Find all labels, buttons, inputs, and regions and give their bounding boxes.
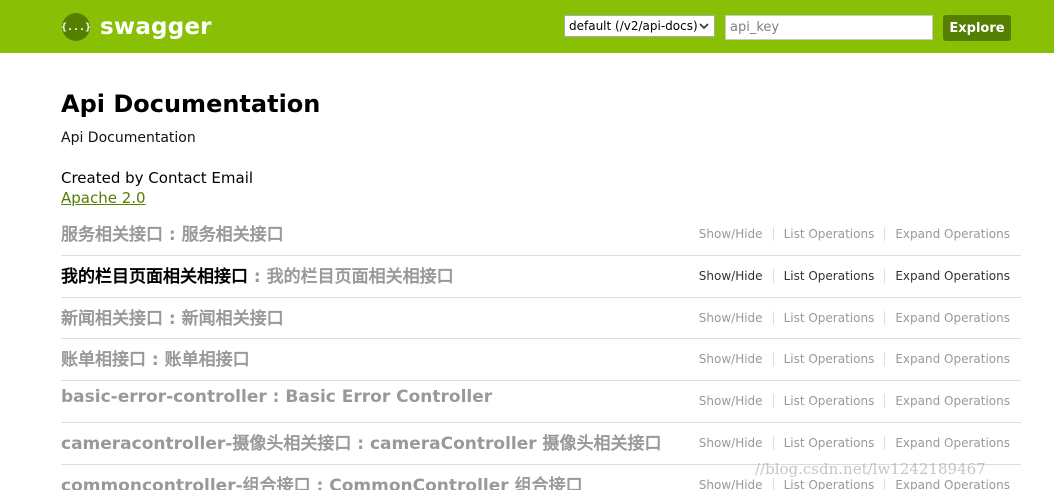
resource-row: basic-error-controller : Basic Error Con… <box>61 381 1021 423</box>
divider <box>884 477 886 490</box>
list-operations-link[interactable]: List Operations <box>784 269 875 283</box>
divider <box>772 227 774 241</box>
resource-heading[interactable]: 我的栏目页面相关相接口 : 我的栏目页面相关相接口 <box>61 262 454 287</box>
api-description: Api Documentation <box>61 130 196 146</box>
show-hide-link[interactable]: Show/Hide <box>699 394 763 408</box>
api-key-input[interactable]: api_key <box>725 15 933 40</box>
show-hide-link[interactable]: Show/Hide <box>699 269 763 283</box>
resource-name[interactable]: 服务相关接口 <box>61 225 163 245</box>
resource-separator: : <box>146 350 165 371</box>
resource-operations: Show/Hide List Operations Expand Operati… <box>699 352 1010 367</box>
show-hide-link[interactable]: Show/Hide <box>699 478 763 490</box>
resource-row: 账单相接口 : 账单相接口 Show/Hide List Operations … <box>61 339 1021 382</box>
expand-operations-link[interactable]: Expand Operations <box>895 311 1010 325</box>
resource-row: 我的栏目页面相关相接口 : 我的栏目页面相关相接口 Show/Hide List… <box>61 256 1021 298</box>
page-title: Api Documentation <box>61 90 321 118</box>
swagger-logo[interactable]: {...} swagger <box>61 13 212 41</box>
resource-row: 服务相关接口 : 服务相关接口 Show/Hide List Operation… <box>61 214 1021 256</box>
expand-operations-link[interactable]: Expand Operations <box>895 394 1010 408</box>
resource-description: 我的栏目页面相关相接口 <box>266 266 454 287</box>
resource-operations: Show/Hide List Operations Expand Operati… <box>699 268 1010 283</box>
resource-operations: Show/Hide List Operations Expand Operati… <box>699 394 1010 409</box>
list-operations-link[interactable]: List Operations <box>784 478 875 490</box>
resource-operations: Show/Hide List Operations Expand Operati… <box>699 310 1010 325</box>
resource-heading[interactable]: commoncontroller-组合接口 : CommonController… <box>61 471 583 490</box>
divider <box>884 435 886 450</box>
resource-separator: : <box>248 266 267 287</box>
expand-operations-link[interactable]: Expand Operations <box>895 269 1010 283</box>
logo-text: swagger <box>100 14 212 40</box>
api-spec-select[interactable]: default (/v2/api-docs) <box>564 15 715 37</box>
list-operations-link[interactable]: List Operations <box>784 394 875 408</box>
resource-separator: : <box>163 225 182 245</box>
resource-heading[interactable]: 账单相接口 : 账单相接口 <box>61 345 250 370</box>
resource-name[interactable]: commoncontroller-组合接口 <box>61 476 311 490</box>
expand-operations-link[interactable]: Expand Operations <box>895 352 1010 366</box>
resource-description: 服务相关接口 <box>181 225 284 245</box>
show-hide-link[interactable]: Show/Hide <box>699 436 763 450</box>
resource-separator: : <box>310 475 330 490</box>
expand-operations-link[interactable]: Expand Operations <box>895 436 1010 450</box>
divider <box>772 394 774 409</box>
resource-list: 服务相关接口 : 服务相关接口 Show/Hide List Operation… <box>61 214 1021 490</box>
resource-name[interactable]: basic-error-controller <box>61 387 267 407</box>
expand-operations-link[interactable]: Expand Operations <box>895 478 1010 490</box>
explore-button[interactable]: Explore <box>943 15 1011 41</box>
resource-operations: Show/Hide List Operations Expand Operati… <box>699 477 1010 490</box>
divider <box>884 310 886 325</box>
resource-description: 账单相接口 <box>164 350 250 371</box>
resource-description: Basic Error Controller <box>285 387 493 408</box>
header-bar: {...} swagger default (/v2/api-docs) api… <box>0 0 1054 53</box>
spec-select-value: default (/v2/api-docs) <box>569 19 698 33</box>
resource-operations: Show/Hide List Operations Expand Operati… <box>699 227 1010 241</box>
resource-description: CommonController 组合接口 <box>329 475 583 490</box>
divider <box>772 477 774 490</box>
resource-description: cameraController 摄像头相关接口 <box>369 433 662 454</box>
license-link[interactable]: Apache 2.0 <box>61 189 146 207</box>
resource-row: cameracontroller-摄像头相关接口 : cameraControl… <box>61 423 1021 465</box>
contact-info: Created by Contact Email <box>61 169 254 187</box>
list-operations-link[interactable]: List Operations <box>784 352 875 366</box>
chevron-down-icon <box>699 23 709 30</box>
show-hide-link[interactable]: Show/Hide <box>699 352 763 366</box>
list-operations-link[interactable]: List Operations <box>784 227 875 241</box>
divider <box>884 227 886 241</box>
resource-description: 新闻相关接口 <box>181 308 284 329</box>
resource-heading[interactable]: cameracontroller-摄像头相关接口 : cameraControl… <box>61 429 662 454</box>
resource-heading[interactable]: 新闻相关接口 : 新闻相关接口 <box>61 304 284 329</box>
divider <box>884 268 886 283</box>
divider <box>772 268 774 283</box>
divider <box>884 394 886 409</box>
list-operations-link[interactable]: List Operations <box>784 436 875 450</box>
divider <box>772 435 774 450</box>
resource-separator: : <box>266 387 286 408</box>
list-operations-link[interactable]: List Operations <box>784 311 875 325</box>
divider <box>884 352 886 367</box>
resource-name[interactable]: 账单相接口 <box>61 350 146 370</box>
watermark: //blog.csdn.net/lw1242189467 <box>755 460 986 478</box>
resource-heading[interactable]: 服务相关接口 : 服务相关接口 <box>61 220 284 245</box>
resource-operations: Show/Hide List Operations Expand Operati… <box>699 435 1010 450</box>
divider <box>772 310 774 325</box>
resource-heading[interactable]: basic-error-controller : Basic Error Con… <box>61 387 492 407</box>
resource-separator: : <box>351 433 370 454</box>
resource-name[interactable]: 新闻相关接口 <box>61 309 163 329</box>
resource-separator: : <box>163 308 182 329</box>
resource-name[interactable]: 我的栏目页面相关相接口 <box>61 267 248 287</box>
show-hide-link[interactable]: Show/Hide <box>699 227 763 241</box>
divider <box>772 352 774 367</box>
resource-row: 新闻相关接口 : 新闻相关接口 Show/Hide List Operation… <box>61 298 1021 340</box>
resource-name[interactable]: cameracontroller-摄像头相关接口 <box>61 434 351 454</box>
swagger-braces-icon: {...} <box>61 13 91 41</box>
expand-operations-link[interactable]: Expand Operations <box>895 227 1010 241</box>
show-hide-link[interactable]: Show/Hide <box>699 311 763 325</box>
